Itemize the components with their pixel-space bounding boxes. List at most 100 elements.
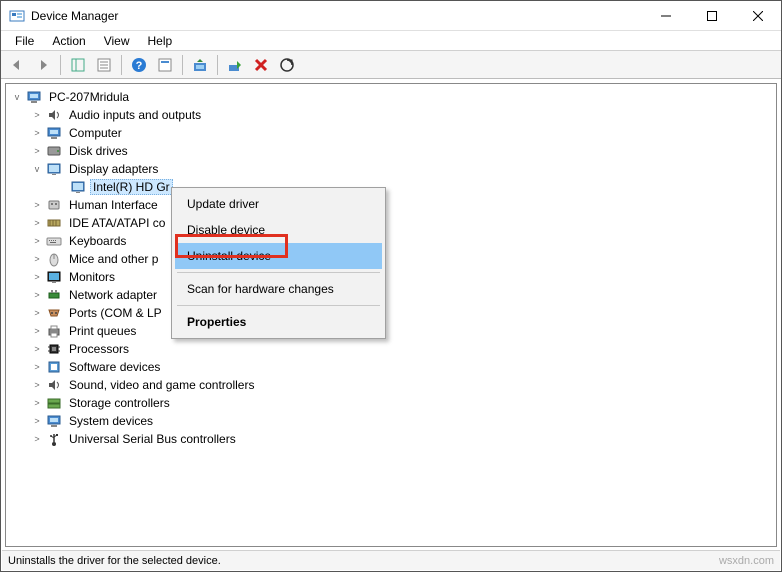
device-tree-panel[interactable]: v PC-207Mridula > Audio inputs and outpu… xyxy=(5,83,777,547)
app-icon xyxy=(9,8,25,24)
tree-item-display[interactable]: v Display adapters xyxy=(6,160,776,178)
menu-action[interactable]: Action xyxy=(44,32,93,50)
tree-item-software[interactable]: > Software devices xyxy=(6,358,776,376)
tree-item-label: Disk drives xyxy=(66,143,131,159)
ctx-update-driver[interactable]: Update driver xyxy=(175,191,382,217)
tree-item-label: Universal Serial Bus controllers xyxy=(66,431,239,447)
software-icon xyxy=(46,359,62,375)
collapse-icon[interactable]: v xyxy=(10,90,24,104)
tree-item-computer[interactable]: > Computer xyxy=(6,124,776,142)
enable-device-button[interactable] xyxy=(223,53,247,77)
expand-icon[interactable]: > xyxy=(30,324,44,338)
tree-item-label: Display adapters xyxy=(66,161,161,177)
tree-item-keyboards[interactable]: > Keyboards xyxy=(6,232,776,250)
expand-icon[interactable]: > xyxy=(30,360,44,374)
menu-bar: File Action View Help xyxy=(1,31,781,51)
menu-help[interactable]: Help xyxy=(140,32,181,50)
status-text: Uninstalls the driver for the selected d… xyxy=(8,555,221,567)
expand-icon[interactable]: > xyxy=(30,126,44,140)
tree-item-label: Mice and other p xyxy=(66,251,161,267)
ctx-properties[interactable]: Properties xyxy=(175,309,382,335)
expand-icon[interactable]: > xyxy=(30,288,44,302)
toolbar-separator xyxy=(60,55,61,75)
ctx-uninstall-device[interactable]: Uninstall device xyxy=(175,243,382,269)
tree-item-label: Network adapter xyxy=(66,287,160,303)
ctx-separator xyxy=(177,305,380,306)
tree-item-mice[interactable]: > Mice and other p xyxy=(6,250,776,268)
tree-item-monitors[interactable]: > Monitors xyxy=(6,268,776,286)
cpu-icon xyxy=(46,341,62,357)
toolbar: ? xyxy=(1,51,781,79)
expand-icon[interactable]: > xyxy=(30,432,44,446)
tree-item-hid[interactable]: > Human Interface xyxy=(6,196,776,214)
tree-item-processors[interactable]: > Processors xyxy=(6,340,776,358)
help-button[interactable]: ? xyxy=(127,53,151,77)
action-menu-button[interactable] xyxy=(153,53,177,77)
tree-item-label: Audio inputs and outputs xyxy=(66,107,204,123)
usb-icon xyxy=(46,431,62,447)
tree-item-label: System devices xyxy=(66,413,156,429)
expand-icon[interactable]: > xyxy=(30,198,44,212)
maximize-button[interactable] xyxy=(689,1,735,31)
tree-item-usb[interactable]: > Universal Serial Bus controllers xyxy=(6,430,776,448)
expand-icon[interactable]: > xyxy=(30,378,44,392)
update-driver-button[interactable] xyxy=(188,53,212,77)
device-tree: v PC-207Mridula > Audio inputs and outpu… xyxy=(6,84,776,452)
mouse-icon xyxy=(46,251,62,267)
tree-item-sound[interactable]: > Sound, video and game controllers xyxy=(6,376,776,394)
svg-text:?: ? xyxy=(136,60,143,72)
tree-item-system[interactable]: > System devices xyxy=(6,412,776,430)
ctx-scan-hardware[interactable]: Scan for hardware changes xyxy=(175,276,382,302)
tree-item-label: Monitors xyxy=(66,269,118,285)
tree-item-network[interactable]: > Network adapter xyxy=(6,286,776,304)
display-icon xyxy=(46,161,62,177)
tree-item-label: Sound, video and game controllers xyxy=(66,377,257,393)
tree-item-label: Software devices xyxy=(66,359,163,375)
expand-icon[interactable]: > xyxy=(30,342,44,356)
printer-icon xyxy=(46,323,62,339)
expand-icon[interactable]: > xyxy=(30,306,44,320)
forward-button[interactable] xyxy=(31,53,55,77)
window-title: Device Manager xyxy=(31,9,118,23)
toolbar-separator xyxy=(182,55,183,75)
menu-view[interactable]: View xyxy=(96,32,138,50)
scan-hardware-button[interactable] xyxy=(275,53,299,77)
close-button[interactable] xyxy=(735,1,781,31)
display-icon xyxy=(70,179,86,195)
tree-item-label: Ports (COM & LP xyxy=(66,305,165,321)
back-button[interactable] xyxy=(5,53,29,77)
tree-item-storage[interactable]: > Storage controllers xyxy=(6,394,776,412)
tree-item-label: Intel(R) HD Gr xyxy=(90,179,173,195)
expand-icon[interactable]: > xyxy=(30,270,44,284)
tree-item-intel-graphics[interactable]: Intel(R) HD Gr xyxy=(6,178,776,196)
properties-button[interactable] xyxy=(92,53,116,77)
expand-icon[interactable]: > xyxy=(30,234,44,248)
show-hide-console-tree-button[interactable] xyxy=(66,53,90,77)
collapse-icon[interactable]: v xyxy=(30,162,44,176)
hid-icon xyxy=(46,197,62,213)
expand-icon[interactable]: > xyxy=(30,414,44,428)
menu-file[interactable]: File xyxy=(7,32,42,50)
tree-item-ports[interactable]: > Ports (COM & LP xyxy=(6,304,776,322)
ctx-separator xyxy=(177,272,380,273)
watermark: wsxdn.com xyxy=(719,555,774,567)
expand-icon[interactable]: > xyxy=(30,396,44,410)
tree-item-label: Print queues xyxy=(66,323,139,339)
tree-item-audio[interactable]: > Audio inputs and outputs xyxy=(6,106,776,124)
tree-item-print-queues[interactable]: > Print queues xyxy=(6,322,776,340)
uninstall-device-button[interactable] xyxy=(249,53,273,77)
expand-icon[interactable]: > xyxy=(30,108,44,122)
network-icon xyxy=(46,287,62,303)
tree-root[interactable]: v PC-207Mridula xyxy=(6,88,776,106)
expand-icon[interactable]: > xyxy=(30,252,44,266)
disk-icon xyxy=(46,143,62,159)
system-icon xyxy=(46,413,62,429)
tree-item-disk[interactable]: > Disk drives xyxy=(6,142,776,160)
expand-icon[interactable]: > xyxy=(30,144,44,158)
ctx-disable-device[interactable]: Disable device xyxy=(175,217,382,243)
minimize-button[interactable] xyxy=(643,1,689,31)
computer-icon xyxy=(46,125,62,141)
tree-item-ide[interactable]: > IDE ATA/ATAPI co xyxy=(6,214,776,232)
expand-icon[interactable]: > xyxy=(30,216,44,230)
toolbar-separator xyxy=(121,55,122,75)
